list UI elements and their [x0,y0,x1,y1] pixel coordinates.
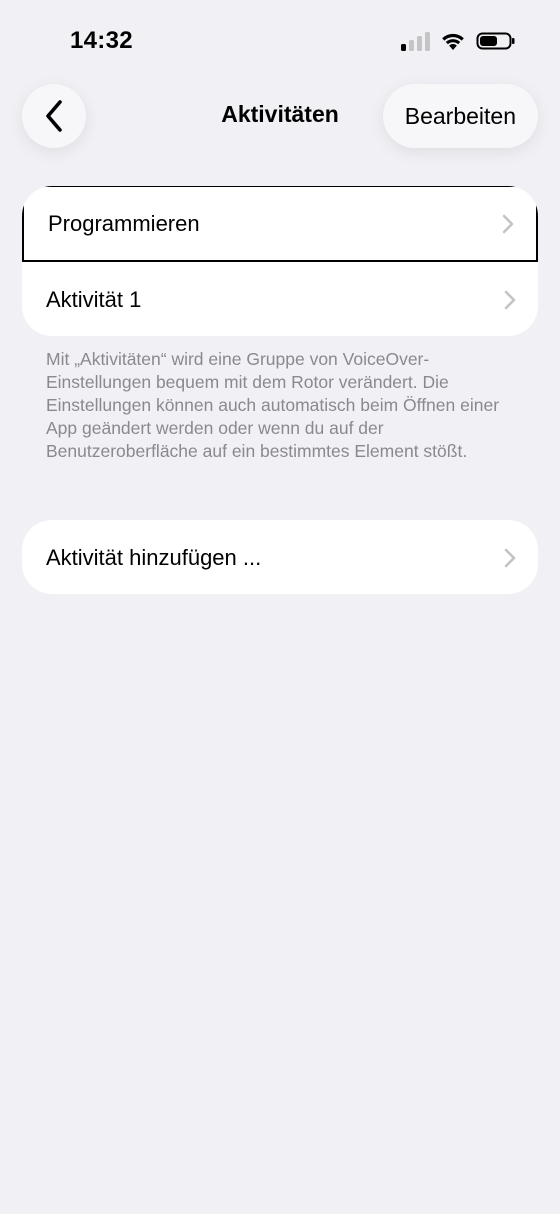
list-item-aktivitaet-1[interactable]: Aktivität 1 [22,262,538,336]
list-item-label: Programmieren [48,210,200,236]
activities-list: Programmieren Aktivität 1 [22,186,538,336]
add-activity-group: Aktivität hinzufügen ... [22,520,538,594]
add-activity-label: Aktivität hinzufügen ... [46,544,262,570]
chevron-right-icon [502,214,514,233]
list-item-programmieren[interactable]: Programmieren [22,186,538,262]
status-bar: 14:32 [0,0,560,80]
cellular-signal-icon [401,32,430,51]
edit-button[interactable]: Bearbeiten [382,84,538,148]
battery-icon [476,32,515,50]
list-item-label: Aktivität 1 [46,286,142,312]
add-activity-button[interactable]: Aktivität hinzufügen ... [22,520,538,594]
list-footer-description: Mit „Aktivitäten“ wird eine Gruppe von V… [46,349,500,461]
status-time: 14:32 [70,27,133,54]
chevron-right-icon [504,548,516,567]
navigation-bar: Aktivitäten Bearbeiten [0,80,560,152]
status-icons [400,30,516,52]
wifi-icon [442,33,464,50]
chevron-right-icon [504,290,516,309]
